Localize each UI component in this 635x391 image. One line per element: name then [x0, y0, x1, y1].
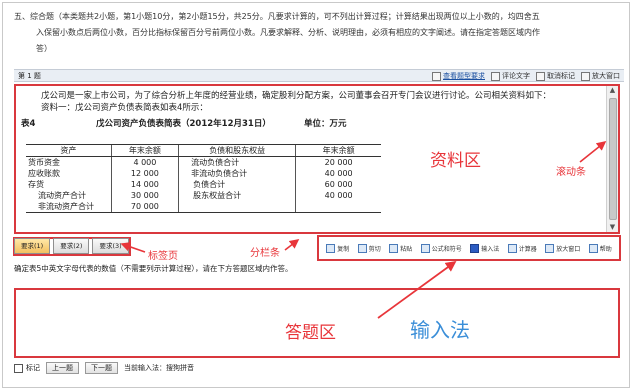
input-method-arrow [377, 260, 457, 319]
annotation-arrows [120, 141, 607, 319]
splitter-arrow [284, 239, 300, 251]
scrollbar-arrow [579, 141, 607, 163]
tab-page-arrow [120, 242, 146, 253]
